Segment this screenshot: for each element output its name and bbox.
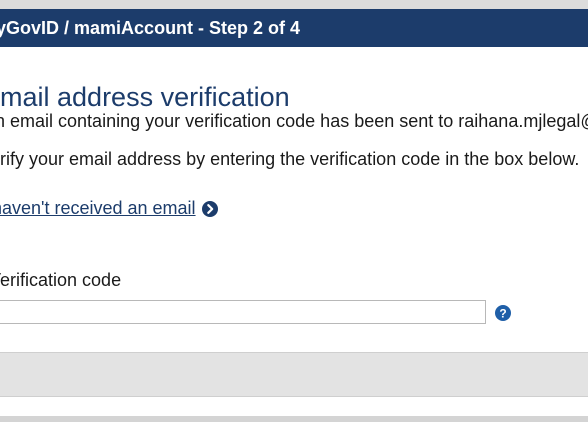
chevron-right-circle-icon[interactable] xyxy=(201,200,218,217)
svg-text:?: ? xyxy=(499,306,506,320)
header-bar: myGovID / mamiAccount - Step 2 of 4 xyxy=(0,9,588,47)
page: myGovID / mamiAccount - Step 2 of 4 Emai… xyxy=(0,0,588,422)
header-title: myGovID / mamiAccount - Step 2 of 4 xyxy=(0,18,301,38)
instruction-text-2: Verify your email address by entering th… xyxy=(0,149,580,169)
footer-button-bar xyxy=(0,352,588,397)
question-circle-icon[interactable]: ? xyxy=(495,305,511,321)
resend-email-link-row[interactable]: I haven't received an email xyxy=(0,198,218,219)
verification-code-input[interactable] xyxy=(0,300,486,324)
bottom-strip xyxy=(0,416,588,422)
main-content: Email address verification An email cont… xyxy=(0,47,588,352)
browser-top-strip xyxy=(0,0,588,9)
page-bottom-area xyxy=(0,397,588,416)
resend-email-link[interactable]: I haven't received an email xyxy=(0,198,196,219)
instruction-text-1: An email containing your verification co… xyxy=(0,111,588,131)
page-title: Email address verification xyxy=(0,82,290,113)
verification-code-label: Verification code xyxy=(0,270,122,290)
